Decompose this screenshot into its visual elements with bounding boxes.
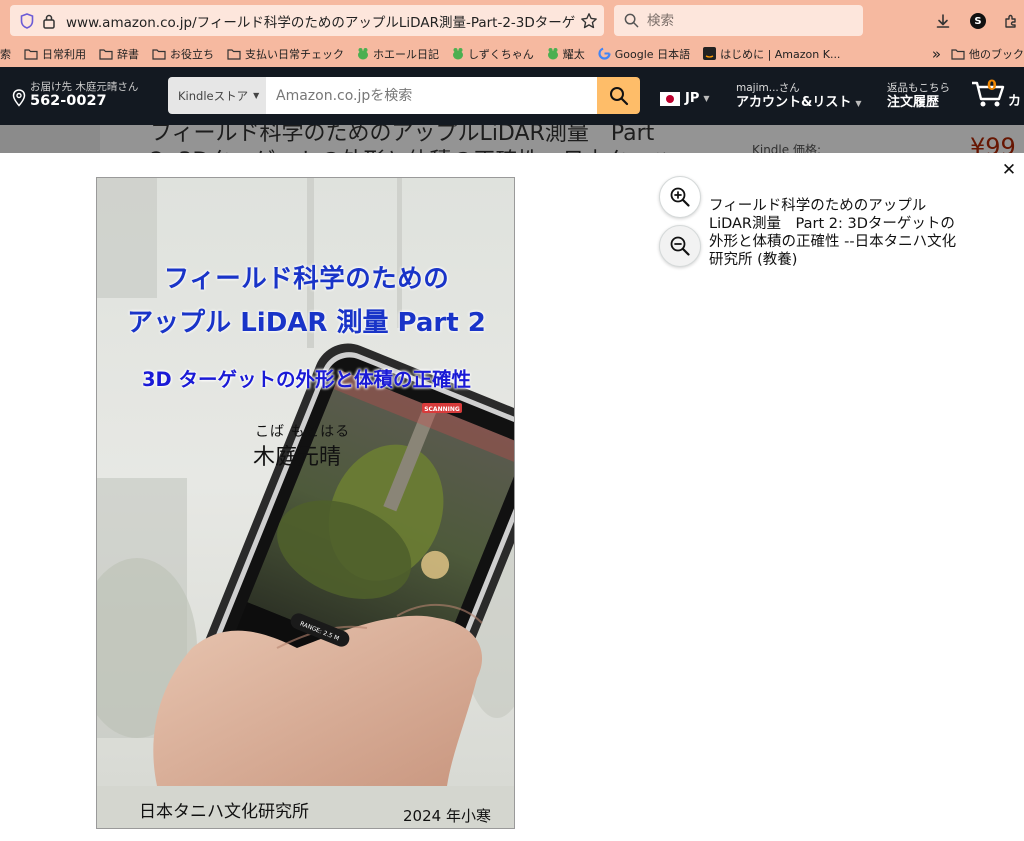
cart-label: カ xyxy=(1008,94,1022,109)
bookmark-label: 支払い日常チェック xyxy=(245,47,344,61)
frog-icon xyxy=(358,48,368,60)
account-menu[interactable]: majim...さん アカウント&リスト ▼ xyxy=(736,82,862,112)
cover-subtitle: 3D ターゲットの外形と体積の正確性 xyxy=(141,368,472,391)
deliver-to[interactable]: お届け先 木庭元晴さん 562-0027 xyxy=(12,81,138,110)
frog-icon xyxy=(547,48,558,60)
bookmark-item[interactable]: しずくちゃん xyxy=(452,46,534,62)
bookmarks-overflow-button[interactable]: » xyxy=(932,45,941,63)
orders-subtitle: 返品もこちら xyxy=(887,82,950,94)
cover-date: 2024 年小寒 xyxy=(403,807,491,825)
extensions-icon[interactable] xyxy=(998,8,1024,34)
caret-down-icon: ▼ xyxy=(855,99,862,108)
url-text[interactable]: www.amazon.co.jp/フィールド科学のためのアップルLiDAR測量-… xyxy=(66,11,576,31)
bookmark-folder[interactable]: お役立ち xyxy=(152,46,214,62)
folder-icon xyxy=(227,48,241,60)
browser-search-bar[interactable] xyxy=(614,5,863,36)
account-greeting: majim...さん xyxy=(736,82,800,94)
bookmark-folder[interactable]: 辞書 xyxy=(99,46,139,62)
scanning-badge: SCANNING xyxy=(424,406,460,413)
bookmark-label: お役立ち xyxy=(170,47,214,61)
account-label: アカウント&リスト xyxy=(736,95,852,110)
browser-search-input[interactable] xyxy=(647,12,847,29)
lock-icon[interactable] xyxy=(38,10,60,32)
zoom-out-icon xyxy=(670,236,690,256)
caret-down-icon: ▼ xyxy=(703,94,710,103)
language-selector[interactable]: JP ▼ xyxy=(660,91,710,106)
search-category-label: Kindleストア xyxy=(178,88,249,103)
bookmark-truncated[interactable]: 索 xyxy=(0,46,11,62)
folder-icon xyxy=(99,48,113,60)
cart-button[interactable]: 0 カ xyxy=(970,78,1022,109)
search-icon xyxy=(624,13,639,28)
bookmark-label: 耀太 xyxy=(562,47,585,61)
url-bar[interactable]: www.amazon.co.jp/フィールド科学のためのアップルLiDAR測量-… xyxy=(10,5,604,36)
bookmark-label: 日常利用 xyxy=(42,47,86,61)
download-icon[interactable] xyxy=(930,8,956,34)
cover-publisher: 日本タニハ文化研究所 xyxy=(139,802,309,822)
deliver-label: お届け先 木庭元晴さん xyxy=(30,81,139,93)
shield-icon[interactable] xyxy=(16,10,38,32)
close-button[interactable]: ✕ xyxy=(998,159,1020,181)
google-icon xyxy=(598,47,611,60)
search-category-dropdown[interactable]: Kindleストア ▼ xyxy=(168,77,266,114)
bookmark-folder-other[interactable]: 他のブック xyxy=(951,46,1024,62)
modal-backdrop[interactable] xyxy=(0,125,1024,153)
cover-author-ruby: こば もとはる xyxy=(255,424,351,440)
folder-icon xyxy=(152,48,166,60)
orders-link[interactable]: 返品もこちら 注文履歴 xyxy=(887,82,950,111)
bookmark-label: 辞書 xyxy=(117,47,139,61)
bookmark-label: はじめに | Amazon K... xyxy=(720,47,841,61)
close-icon: ✕ xyxy=(1001,160,1017,180)
amazon-search-input[interactable] xyxy=(266,77,597,114)
caret-down-icon: ▼ xyxy=(253,91,260,100)
bookmark-item[interactable]: Google 日本語 xyxy=(598,46,690,62)
amazon-header: お届け先 木庭元晴さん 562-0027 Kindleストア ▼ JP ▼ ma… xyxy=(0,67,1024,125)
bookmark-folder[interactable]: 日常利用 xyxy=(24,46,86,62)
bookmark-folder[interactable]: 支払い日常チェック xyxy=(227,46,344,62)
cart-count: 0 xyxy=(987,78,997,94)
japan-flag-icon xyxy=(660,91,680,106)
bookmarks-overflow: » 他のブック xyxy=(925,40,1024,67)
orders-label: 注文履歴 xyxy=(887,95,940,110)
image-viewer-modal: ✕ フィールド科学のためのアップルLiDAR測量 Part 2: 3Dターゲット… xyxy=(0,153,1024,841)
book-title: フィールド科学のためのアップルLiDAR測量 Part 2: 3Dターゲットの外… xyxy=(709,198,957,268)
bookmark-item[interactable]: はじめに | Amazon K... xyxy=(703,46,840,62)
amazon-search-bar: Kindleストア ▼ xyxy=(168,77,640,114)
location-pin-icon xyxy=(12,89,26,107)
bookmarks-bar: 索 日常利用 辞書 お役立ち 支払い日常チェック ホエール日記 しずくちゃん 耀… xyxy=(0,40,1024,67)
zoom-in-icon xyxy=(670,187,690,207)
bookmark-label: ホエール日記 xyxy=(373,47,439,61)
language-code: JP xyxy=(685,91,700,106)
zoom-out-button[interactable] xyxy=(659,225,701,267)
browser-toolbar: www.amazon.co.jp/フィールド科学のためのアップルLiDAR測量-… xyxy=(0,0,1024,40)
bookmark-label: Google 日本語 xyxy=(614,47,691,61)
profile-avatar[interactable]: S xyxy=(965,8,991,34)
frog-icon xyxy=(453,48,463,60)
folder-icon xyxy=(24,48,38,60)
cover-author: 木庭元晴 xyxy=(253,445,342,470)
zoom-in-button[interactable] xyxy=(659,176,701,218)
book-cover-image[interactable]: SCANNING RANGE: 2.5 M フィールド科学のための アップル L… xyxy=(96,177,515,829)
cover-title-line1: フィールド科学のための xyxy=(163,264,450,294)
bookmark-item[interactable]: 耀太 xyxy=(547,46,585,62)
search-icon xyxy=(609,86,628,105)
bookmark-label: 他のブック xyxy=(969,47,1024,61)
bookmark-star-icon[interactable] xyxy=(576,8,602,34)
cover-title-line2: アップル LiDAR 測量 Part 2 xyxy=(127,308,486,338)
postal-code: 562-0027 xyxy=(30,93,107,109)
folder-icon xyxy=(951,48,965,60)
bookmark-label: しずくちゃん xyxy=(468,47,534,61)
amazon-icon xyxy=(703,47,717,60)
bookmark-item[interactable]: ホエール日記 xyxy=(357,46,439,62)
profile-initial: S xyxy=(970,13,986,29)
amazon-search-button[interactable] xyxy=(597,77,640,114)
